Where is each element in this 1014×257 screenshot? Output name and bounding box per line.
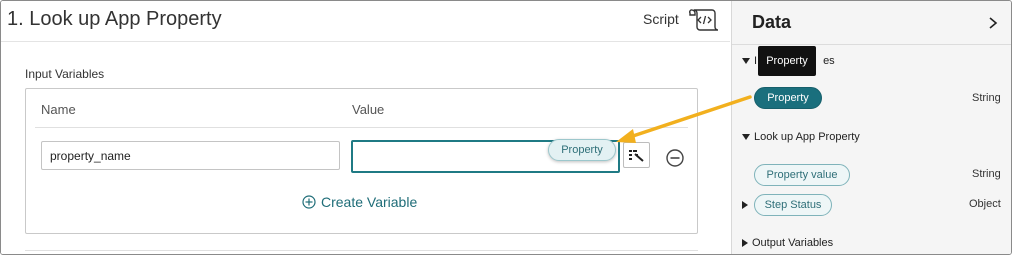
plus-circle-icon: [302, 195, 316, 209]
caret-right-icon: [742, 239, 748, 247]
input-group-label-end: es: [823, 55, 835, 67]
property-variable-chip[interactable]: Property: [754, 87, 822, 109]
minus-circle-icon[interactable]: [665, 148, 685, 168]
step-status-type-label: Object: [969, 198, 1001, 210]
caret-down-icon: [742, 58, 750, 64]
data-picker-icon: [629, 150, 644, 162]
name-column-header: Name: [41, 102, 76, 117]
lookup-group[interactable]: Look up App Property: [742, 131, 860, 143]
input-group-label-start: I: [754, 55, 758, 67]
step-header: 1. Look up App Property Script: [1, 1, 730, 42]
chevron-right-icon[interactable]: [986, 15, 1000, 31]
step-title: 1. Look up App Property: [7, 8, 222, 30]
script-scroll-icon[interactable]: [689, 6, 719, 34]
lookup-group-label: Look up App Property: [754, 131, 860, 143]
app-frame: 1. Look up App Property Script Input Var…: [0, 0, 1012, 255]
header-divider: [35, 127, 688, 128]
property-tooltip: Property: [758, 46, 816, 76]
step-editor-panel: 1. Look up App Property Script Input Var…: [1, 1, 731, 254]
script-label[interactable]: Script: [643, 11, 679, 27]
create-variable-button[interactable]: Create Variable: [302, 194, 417, 210]
data-panel-title: Data: [752, 12, 792, 32]
output-variables-group[interactable]: Output Variables: [742, 237, 833, 249]
caret-down-icon: [742, 134, 750, 140]
data-picker-button[interactable]: [623, 142, 650, 168]
data-panel-divider: [732, 44, 1011, 45]
data-panel: Data I es Property String Property Look …: [731, 1, 1011, 254]
caret-right-icon[interactable]: [742, 201, 748, 209]
property-type-label: String: [972, 92, 1001, 104]
dragged-property-chip[interactable]: Property: [548, 139, 616, 161]
variable-name-input[interactable]: [41, 141, 340, 170]
property-value-type-label: String: [972, 168, 1001, 180]
create-variable-label: Create Variable: [321, 194, 418, 210]
value-column-header: Value: [352, 102, 385, 117]
input-variables-label: Input Variables: [25, 67, 105, 81]
output-group-label: Output Variables: [752, 237, 834, 249]
next-section-divider: [25, 250, 698, 251]
property-value-chip[interactable]: Property value: [754, 164, 850, 186]
step-status-chip[interactable]: Step Status: [754, 194, 832, 216]
